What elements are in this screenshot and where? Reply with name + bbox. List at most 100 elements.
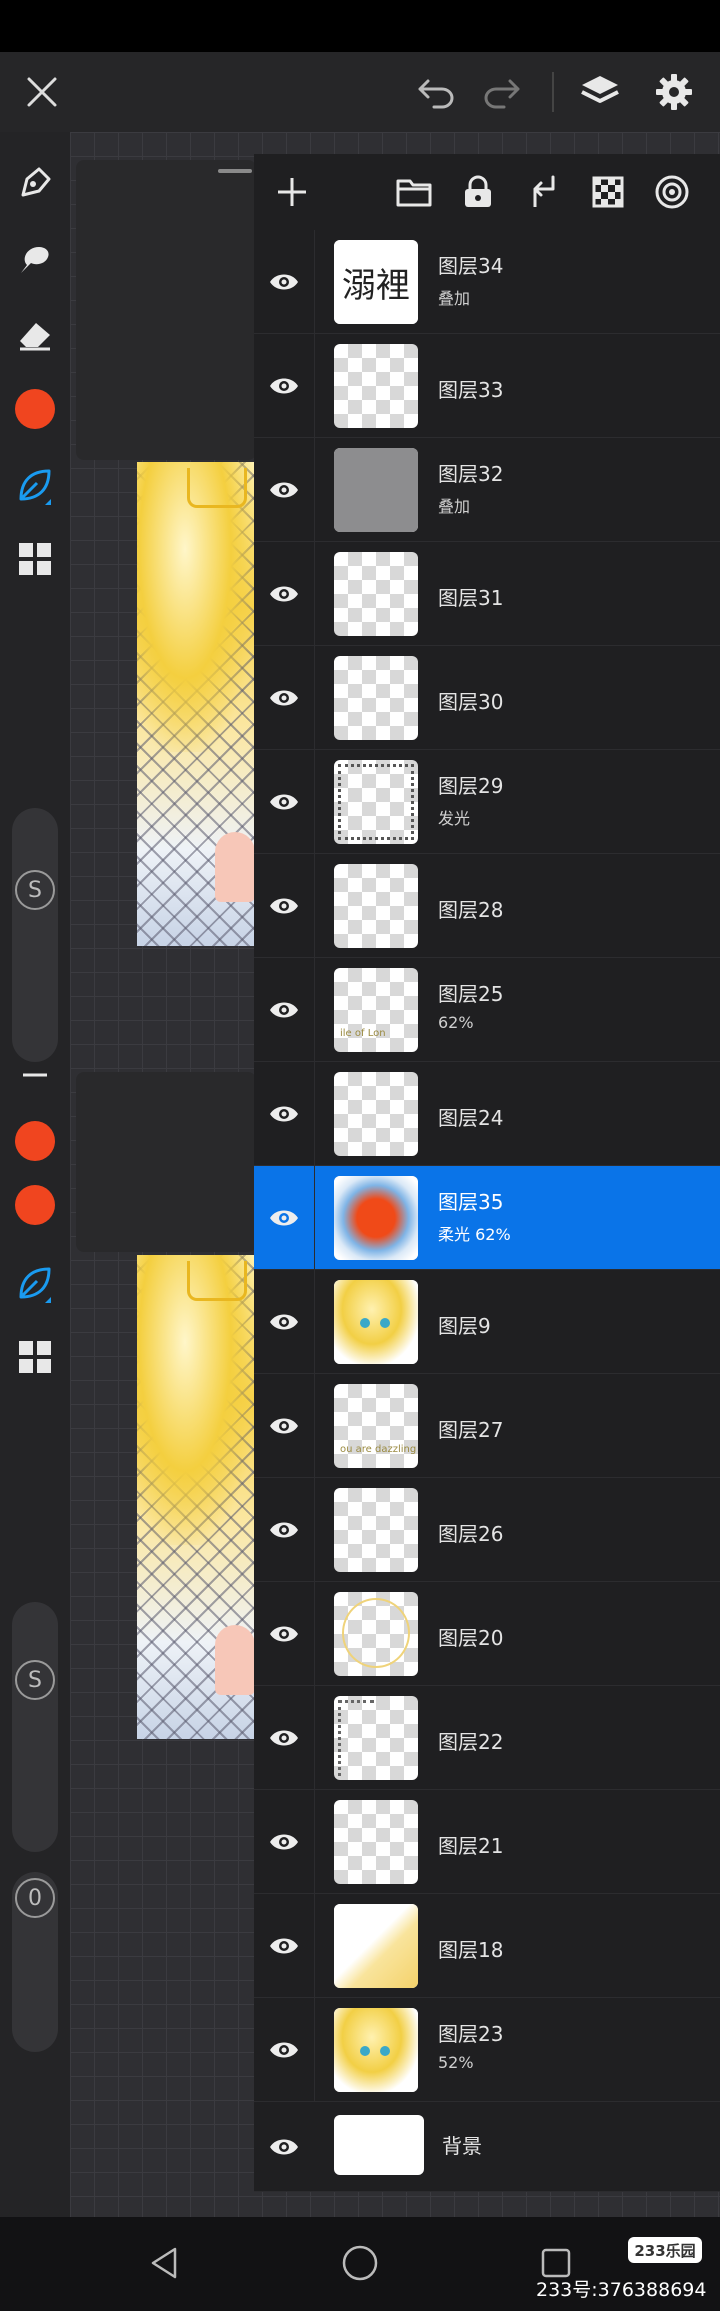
- brush-leaf-icon[interactable]: [8, 458, 62, 512]
- layer-thumbnail: [334, 1800, 418, 1884]
- target-icon[interactable]: [646, 166, 698, 218]
- visibility-eye-icon[interactable]: [254, 1270, 314, 1374]
- layer-thumbnail: [334, 760, 418, 844]
- layer-row[interactable]: 图层22: [254, 1686, 720, 1790]
- layer-row[interactable]: 图层32 叠加: [254, 438, 720, 542]
- layer-row[interactable]: ile of Lon 图层25 62%: [254, 958, 720, 1062]
- divider: [314, 1894, 315, 1998]
- home-icon[interactable]: [338, 2241, 382, 2285]
- brush-leaf-icon[interactable]: [8, 1256, 62, 1310]
- thumbnail-text: ile of Lon: [340, 1028, 386, 1039]
- visibility-eye-icon[interactable]: [254, 1894, 314, 1998]
- layer-name: 图层25: [438, 982, 504, 1006]
- canvas-artwork: [137, 1255, 257, 1739]
- layer-thumbnail: [334, 1904, 418, 1988]
- visibility-eye-icon[interactable]: [254, 542, 314, 646]
- visibility-eye-icon[interactable]: [254, 1062, 314, 1166]
- divider: [314, 1478, 315, 1582]
- visibility-eye-icon[interactable]: [254, 334, 314, 438]
- visibility-eye-icon[interactable]: [254, 1374, 314, 1478]
- layer-row[interactable]: 图层24: [254, 1062, 720, 1166]
- divider: [314, 1062, 315, 1166]
- layer-row[interactable]: 图层23 52%: [254, 1998, 720, 2102]
- layer-row[interactable]: 图层31: [254, 542, 720, 646]
- divider: [314, 1998, 315, 2102]
- panel-handle[interactable]: [218, 169, 252, 173]
- size-slider-knob[interactable]: S: [15, 870, 55, 910]
- visibility-eye-icon[interactable]: [254, 958, 314, 1062]
- divider: [314, 542, 315, 646]
- layer-row[interactable]: 图层33: [254, 334, 720, 438]
- ghost-panel: [76, 160, 256, 460]
- pen-icon[interactable]: [8, 156, 62, 210]
- smudge-icon[interactable]: [8, 232, 62, 286]
- layer-row[interactable]: 图层30: [254, 646, 720, 750]
- layer-blend-mode: 叠加: [438, 289, 471, 308]
- visibility-eye-icon[interactable]: [254, 1686, 314, 1790]
- layer-row[interactable]: 图层18: [254, 1894, 720, 1998]
- layer-thumbnail: ile of Lon: [334, 968, 418, 1052]
- opacity-slider[interactable]: 0: [12, 1872, 58, 2052]
- layer-thumbnail: [334, 656, 418, 740]
- visibility-eye-icon[interactable]: [254, 230, 314, 334]
- lock-icon[interactable]: [452, 166, 504, 218]
- layer-row[interactable]: ou are dazzling 图层27: [254, 1374, 720, 1478]
- opacity-slider-knob[interactable]: 0: [15, 1878, 55, 1918]
- visibility-eye-icon[interactable]: [254, 1790, 314, 1894]
- back-icon[interactable]: [142, 2241, 186, 2285]
- visibility-eye-icon[interactable]: [254, 1166, 314, 1270]
- divider: [314, 1166, 315, 1270]
- grid-icon[interactable]: [8, 1330, 62, 1384]
- layer-blend-mode: 52%: [438, 2053, 474, 2072]
- brush-size-slider[interactable]: S: [12, 808, 58, 1062]
- layer-name: 图层28: [438, 898, 504, 922]
- color-swatch[interactable]: [8, 382, 62, 436]
- visibility-eye-icon[interactable]: [254, 854, 314, 958]
- grid-icon[interactable]: [8, 532, 62, 586]
- visibility-eye-icon[interactable]: [254, 438, 314, 542]
- layer-name: 图层24: [438, 1106, 504, 1130]
- layer-thumbnail: ou are dazzling: [334, 1384, 418, 1468]
- layer-thumbnail: [334, 2008, 418, 2092]
- layer-name: 图层30: [438, 690, 504, 714]
- layer-blend-mode: 62%: [438, 1013, 474, 1032]
- visibility-eye-icon[interactable]: [254, 750, 314, 854]
- eraser-icon[interactable]: [8, 308, 62, 362]
- layer-name: 背景: [442, 2134, 482, 2158]
- visibility-eye-icon[interactable]: [254, 646, 314, 750]
- undo-icon[interactable]: [410, 66, 462, 118]
- checker-icon[interactable]: [582, 166, 634, 218]
- layer-row-background[interactable]: 背景: [254, 2102, 720, 2192]
- layers-panel-header: [254, 154, 720, 230]
- layer-row[interactable]: 图层21: [254, 1790, 720, 1894]
- settings-icon[interactable]: [648, 66, 700, 118]
- pen-icon[interactable]: [8, 1060, 62, 1114]
- brush-size-slider[interactable]: S: [12, 1602, 58, 1852]
- divider: [314, 334, 315, 438]
- redo-icon[interactable]: [476, 66, 528, 118]
- divider: [314, 230, 315, 334]
- layer-row[interactable]: 溺裡 图层34 叠加: [254, 230, 720, 334]
- layer-row[interactable]: 图层26: [254, 1478, 720, 1582]
- color-swatch[interactable]: [8, 1178, 62, 1232]
- color-swatch[interactable]: [8, 1114, 62, 1168]
- visibility-eye-icon[interactable]: [254, 1582, 314, 1686]
- add-icon[interactable]: [266, 166, 318, 218]
- layer-row[interactable]: 图层28: [254, 854, 720, 958]
- size-slider-knob[interactable]: S: [15, 1660, 55, 1700]
- visibility-eye-icon[interactable]: [254, 2102, 314, 2192]
- ghost-panel: [76, 1072, 256, 1252]
- layer-thumbnail: [334, 1280, 418, 1364]
- merge-down-icon[interactable]: [516, 166, 568, 218]
- layers-icon[interactable]: [574, 66, 626, 118]
- folder-icon[interactable]: [388, 166, 440, 218]
- visibility-eye-icon[interactable]: [254, 1478, 314, 1582]
- layer-thumbnail: [334, 1488, 418, 1572]
- layer-row[interactable]: 图层9: [254, 1270, 720, 1374]
- layer-thumbnail: [334, 344, 418, 428]
- close-icon[interactable]: [16, 66, 68, 118]
- layer-row[interactable]: 图层20: [254, 1582, 720, 1686]
- layer-row[interactable]: 图层29 发光: [254, 750, 720, 854]
- visibility-eye-icon[interactable]: [254, 1998, 314, 2102]
- layer-row[interactable]: 图层35 柔光 62%: [254, 1166, 720, 1270]
